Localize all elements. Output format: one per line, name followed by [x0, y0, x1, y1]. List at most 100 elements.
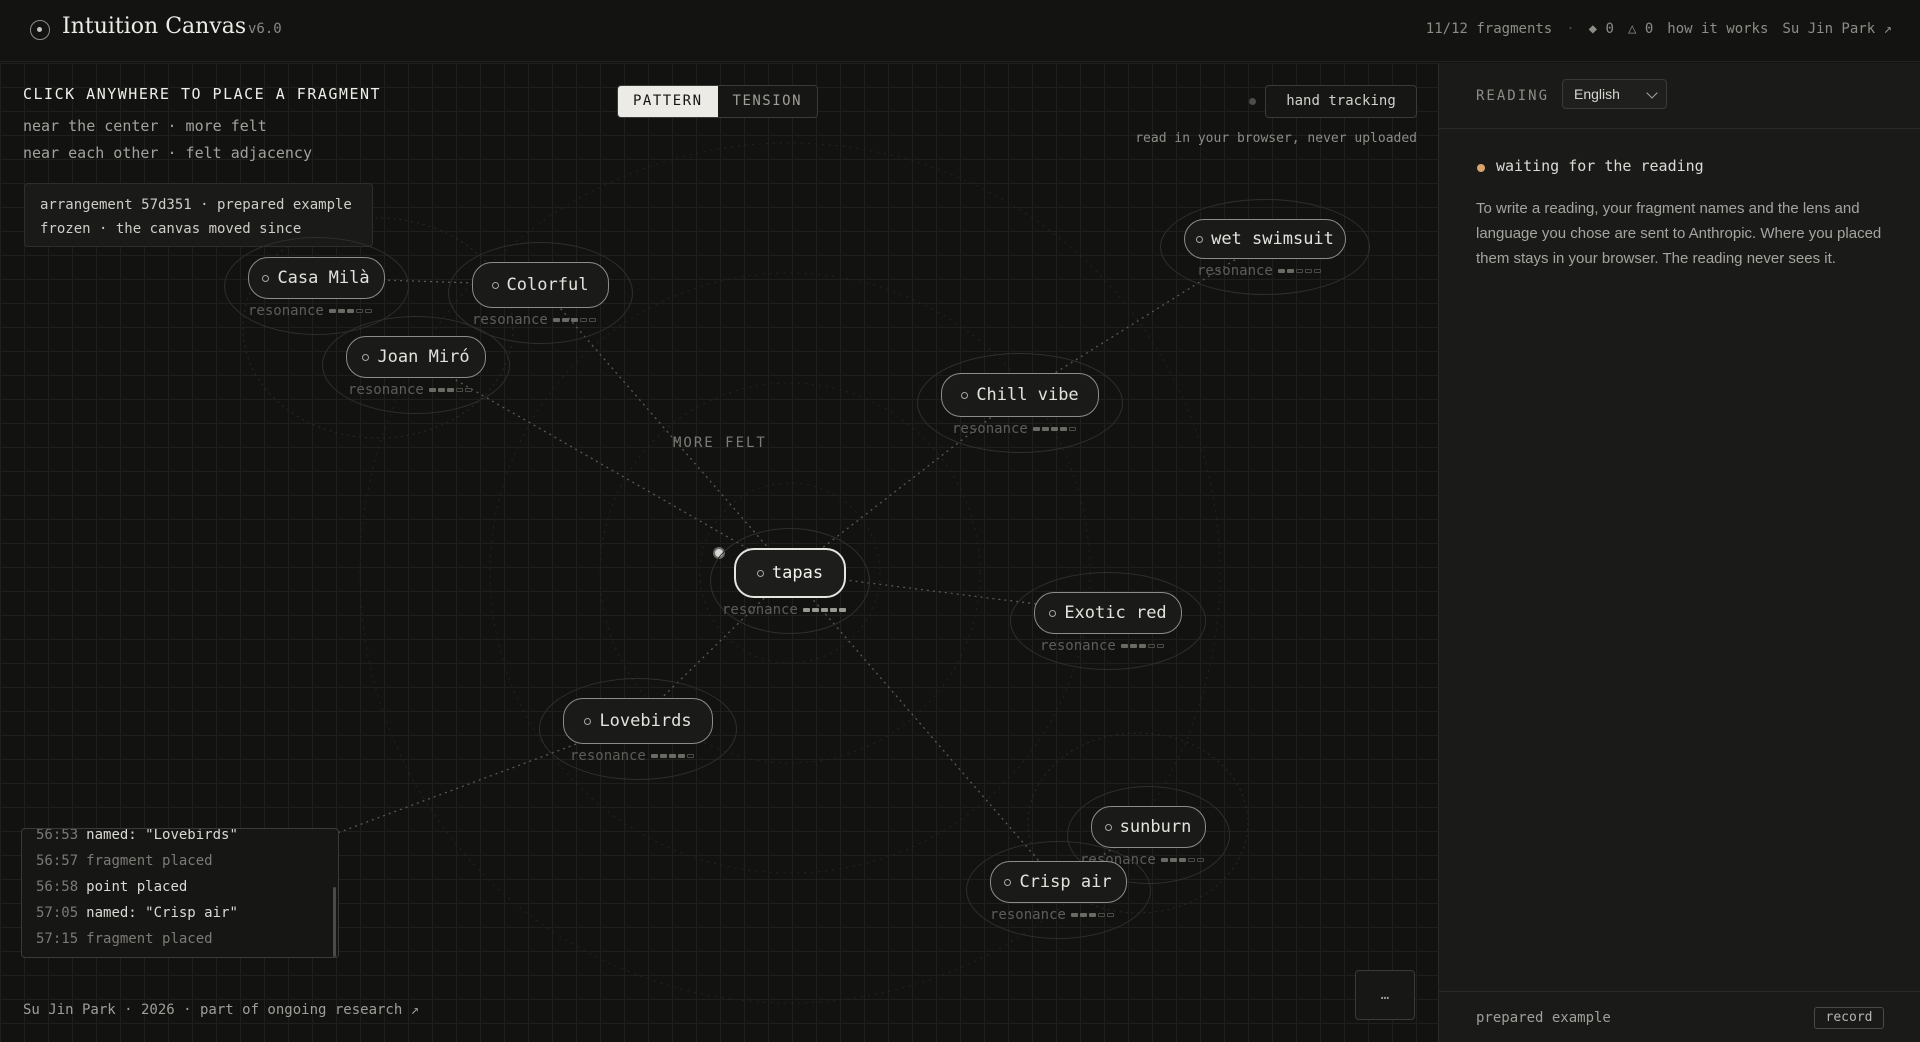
- fragment-dot-icon: [584, 717, 592, 725]
- log-entry: 57:05 named: "Crisp air": [36, 900, 238, 926]
- how-it-works-link[interactable]: how it works: [1667, 21, 1768, 37]
- resonance-bar: [1304, 269, 1312, 273]
- reading-body: To write a reading, your fragment names …: [1476, 200, 1882, 267]
- resonance-meter: [1032, 427, 1076, 431]
- header-right: 11/12 fragments · ◆ 0 △ 0 how it works S…: [1426, 21, 1892, 37]
- resonance-bar: [1313, 269, 1321, 273]
- resonance-meter: [552, 318, 596, 322]
- privacy-note: read in your browser, never uploaded: [1135, 131, 1417, 146]
- resonance-label: resonance: [952, 421, 1028, 437]
- fragment-pill[interactable]: Exotic red: [1034, 592, 1182, 634]
- resonance-bar: [1097, 913, 1105, 917]
- triangle-count: △ 0: [1627, 21, 1654, 37]
- activity-log[interactable]: 56:53 named: "Lovebirds" 56:57 fragment pla…: [21, 828, 339, 958]
- fragment-canvas[interactable]: CLICK ANYWHERE TO PLACE A FRAGMENT near …: [0, 63, 1438, 1042]
- fragment-resonance: resonance: [570, 748, 694, 764]
- log-entry: 56:58 point placed: [36, 874, 238, 900]
- fragment-label: Lovebirds: [599, 711, 692, 731]
- fragment-pill[interactable]: wet swimsuit: [1184, 219, 1346, 259]
- resonance-bar: [1059, 427, 1067, 431]
- hand-tracking-button[interactable]: hand tracking: [1265, 85, 1417, 118]
- fragment-pill[interactable]: Joan Miró: [346, 336, 486, 378]
- fragment-pill[interactable]: tapas: [734, 548, 846, 598]
- footer-credit[interactable]: Su Jin Park · 2026 · part of ongoing res…: [23, 1002, 419, 1018]
- resonance-label: resonance: [722, 602, 798, 618]
- resonance-bar: [1178, 858, 1186, 862]
- resonance-bar: [446, 388, 454, 392]
- resonance-bar: [1147, 644, 1155, 648]
- resonance-bar: [829, 608, 837, 612]
- chevron-down-icon: [1646, 87, 1658, 99]
- log-entry: 56:53 named: "Lovebirds": [36, 829, 238, 848]
- mode-pattern-button[interactable]: PATTERN: [618, 86, 718, 117]
- resonance-bar: [668, 754, 676, 758]
- resonance-bar: [1106, 913, 1114, 917]
- canvas-instruction: CLICK ANYWHERE TO PLACE A FRAGMENT: [23, 85, 382, 103]
- fragment-label: sunburn: [1119, 817, 1192, 837]
- resonance-bar: [570, 318, 578, 322]
- resonance-bar: [437, 388, 445, 392]
- resonance-meter: [802, 608, 846, 612]
- log-entry: 56:57 fragment placed: [36, 848, 238, 874]
- more-felt-label: MORE FELT: [673, 435, 767, 451]
- log-time: 56:58: [36, 879, 79, 895]
- resonance-bar: [1120, 644, 1128, 648]
- log-time: 57:05: [36, 905, 79, 921]
- logo-icon: [30, 20, 50, 40]
- hand-tracking-status-dot: [1249, 98, 1256, 105]
- resonance-bar: [337, 309, 345, 313]
- arrangement-id: arrangement 57d351 · prepared example: [40, 197, 352, 213]
- fragment-label: Chill vibe: [976, 385, 1079, 405]
- top-bar: Intuition Canvas v6.0 11/12 fragments · …: [0, 0, 1920, 62]
- more-options-button[interactable]: …: [1355, 970, 1415, 1020]
- log-scrollbar[interactable]: [333, 887, 336, 957]
- fragment-label: Crisp air: [1019, 872, 1112, 892]
- resonance-bar: [1286, 269, 1294, 273]
- resonance-bar: [455, 388, 463, 392]
- fragment-pill[interactable]: Colorful: [471, 262, 609, 308]
- resonance-label: resonance: [248, 303, 324, 319]
- resonance-bar: [1041, 427, 1049, 431]
- resonance-bar: [1129, 644, 1137, 648]
- resonance-bar: [1160, 858, 1168, 862]
- resonance-bar: [659, 754, 667, 758]
- fragment-resonance: resonance: [1197, 263, 1321, 279]
- fragment-resonance: resonance: [348, 382, 472, 398]
- resonance-bar: [1138, 644, 1146, 648]
- resonance-bar: [364, 309, 372, 313]
- fragment-resonance: resonance: [990, 907, 1114, 923]
- resonance-bar: [428, 388, 436, 392]
- resonance-bar: [561, 318, 569, 322]
- fragments-count: 11/12 fragments: [1425, 21, 1553, 37]
- resonance-label: resonance: [348, 382, 424, 398]
- reading-panel: READING English waiting for the reading …: [1438, 63, 1920, 1042]
- fragment-pill[interactable]: Casa Milà: [247, 257, 385, 299]
- language-value: English: [1574, 86, 1620, 102]
- resonance-bar: [811, 608, 819, 612]
- resonance-bar: [686, 754, 694, 758]
- resonance-bar: [1169, 858, 1177, 862]
- fragment-dot-icon: [362, 353, 370, 361]
- fragment-dot-icon: [756, 569, 764, 577]
- app-title: Intuition Canvas: [62, 14, 247, 39]
- record-button[interactable]: record: [1814, 1007, 1884, 1029]
- language-select[interactable]: English: [1562, 79, 1667, 109]
- resonance-meter: [328, 309, 372, 313]
- fragment-label: Colorful: [506, 275, 589, 295]
- resonance-bar: [1050, 427, 1058, 431]
- author-link[interactable]: Su Jin Park ↗: [1782, 21, 1892, 37]
- log-time: 57:15: [36, 931, 79, 947]
- resonance-bar: [1068, 427, 1076, 431]
- mode-tension-button[interactable]: TENSION: [717, 86, 818, 117]
- resonance-label: resonance: [990, 907, 1066, 923]
- fragment-dot-icon: [1104, 823, 1112, 831]
- fragment-pill[interactable]: Crisp air: [989, 861, 1127, 903]
- resonance-bar: [1088, 913, 1096, 917]
- prepared-example-label: prepared example: [1476, 1010, 1611, 1026]
- resonance-meter: [650, 754, 694, 758]
- fragment-pill[interactable]: Lovebirds: [563, 698, 713, 744]
- status-dot-icon: [1477, 164, 1485, 172]
- fragment-pill[interactable]: Chill vibe: [941, 373, 1099, 417]
- fragment-pill[interactable]: sunburn: [1090, 806, 1206, 848]
- resonance-bar: [677, 754, 685, 758]
